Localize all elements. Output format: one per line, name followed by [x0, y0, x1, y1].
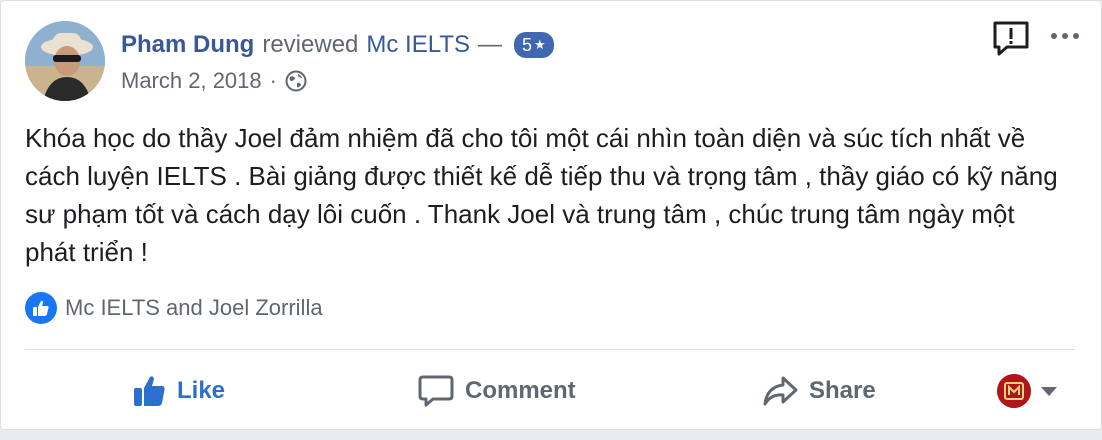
header-separator: —	[477, 31, 502, 58]
more-options-button[interactable]	[1045, 21, 1085, 51]
like-button[interactable]: Like	[131, 363, 225, 419]
more-dot-icon	[1073, 33, 1079, 39]
page-avatar	[997, 374, 1031, 408]
comment-button[interactable]: Comment	[417, 363, 576, 419]
page-name-link[interactable]: Mc IELTS	[366, 31, 470, 59]
globe-icon[interactable]	[285, 70, 307, 92]
divider	[25, 349, 1075, 350]
meta-dot: ·	[269, 68, 277, 93]
reactors-text[interactable]: Mc IELTS and Joel Zorrilla	[65, 295, 323, 321]
report-button[interactable]	[991, 19, 1031, 59]
page-identity-selector[interactable]	[997, 373, 1057, 409]
report-icon	[993, 21, 1029, 56]
share-label: Share	[809, 377, 876, 404]
rating-badge: 5 ★	[513, 32, 554, 58]
author-name[interactable]: Pham Dung	[121, 31, 254, 59]
share-arrow-icon	[763, 376, 798, 406]
comment-label: Comment	[465, 377, 576, 404]
review-date[interactable]: March 2, 2018	[121, 68, 262, 94]
author-avatar[interactable]	[25, 21, 105, 101]
rating-value: 5	[521, 34, 532, 55]
like-icon	[25, 292, 57, 324]
review-card: Pham Dung reviewed Mc IELTS — 5 ★ March …	[0, 0, 1102, 430]
like-label: Like	[177, 377, 226, 404]
chevron-down-icon	[1041, 386, 1057, 396]
share-button[interactable]: Share	[761, 363, 876, 419]
review-action-text: reviewed	[262, 31, 359, 58]
star-icon: ★	[533, 37, 546, 52]
comment-icon	[418, 375, 454, 407]
thumbs-up-icon	[134, 376, 165, 406]
review-header: Pham Dung reviewed Mc IELTS — 5 ★	[121, 25, 554, 65]
reactions-summary[interactable]: Mc IELTS and Joel Zorrilla	[25, 291, 323, 325]
review-text: Khóa học do thầy Joel đảm nhiệm đã cho t…	[25, 123, 1058, 267]
more-dot-icon	[1051, 33, 1057, 39]
more-dot-icon	[1062, 33, 1068, 39]
review-meta: March 2, 2018 ·	[121, 65, 307, 97]
